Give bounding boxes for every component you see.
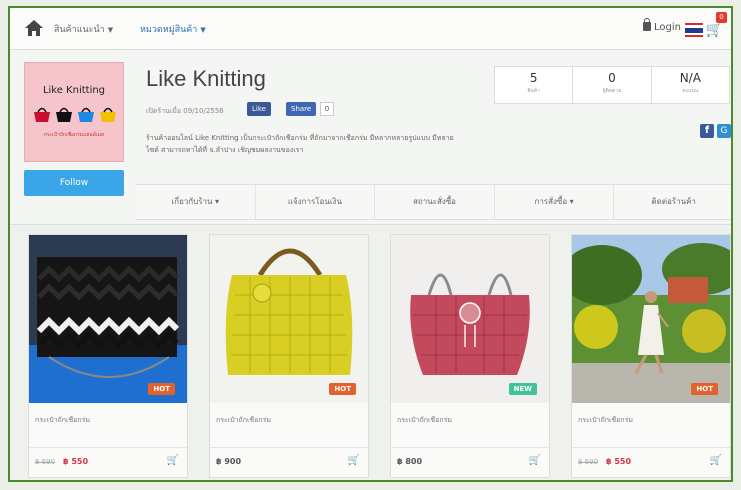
- cart-icon[interactable]: 🛒: [706, 22, 723, 38]
- product-image[interactable]: [29, 235, 187, 403]
- stat-label: คะแนน: [682, 88, 699, 94]
- product-card[interactable]: NEW กระเป๋าถักเชือกร่ม ฿ 800 🛒: [390, 234, 550, 478]
- stat-label: ผู้ติดตาม: [602, 88, 622, 94]
- new-badge: NEW: [508, 383, 537, 395]
- stat-products: 5 สินค้า: [495, 67, 574, 103]
- logo-subtitle: กระเป๋าถักเชือกร่มแฮนด์เมด: [43, 132, 105, 138]
- add-to-cart-icon[interactable]: 🛒: [710, 455, 722, 466]
- product-card[interactable]: HOT กระเป๋าถักเชือกร่ม ฿ 690 ฿ 550 🛒: [28, 234, 188, 478]
- nav-product-categories[interactable]: หมวดหมู่สินค้า ▼: [140, 22, 206, 36]
- product-name[interactable]: กระเป๋าถักเชือกร่ม: [397, 415, 452, 426]
- product-old-price: ฿ 690: [578, 458, 599, 466]
- cart-count-badge: 0: [716, 12, 727, 23]
- stat-rating: N/A คะแนน: [652, 67, 729, 103]
- shop-since-date: เปิดร้านเมื่อ 09/10/2556: [146, 107, 224, 115]
- card-divider: [29, 447, 187, 448]
- product-image[interactable]: [210, 235, 368, 403]
- add-to-cart-icon[interactable]: 🛒: [348, 455, 360, 466]
- product-price: ฿ 550: [606, 457, 632, 466]
- product-price: ฿ 900: [216, 457, 242, 466]
- shop-name: Like Knitting: [146, 66, 266, 91]
- product-old-price: ฿ 690: [35, 458, 56, 466]
- google-plus-icon[interactable]: G: [717, 124, 731, 138]
- facebook-share-count: 0: [320, 102, 334, 116]
- tab-contact-shop[interactable]: ติดต่อร้านค้า: [614, 185, 731, 219]
- product-name[interactable]: กระเป๋าถักเชือกร่ม: [216, 415, 271, 426]
- stat-value: N/A: [679, 71, 701, 85]
- shop-description: ร้านค้าออนไลน์ Like Knitting เป็นกระเป๋า…: [146, 134, 454, 154]
- shop-logo: Like Knitting กระเป๋าถักเชือกร่มแฮนด์เมด: [24, 62, 124, 162]
- shop-stats: 5 สินค้า 0 ผู้ติดตาม N/A คะแนน: [494, 66, 730, 104]
- top-navbar: สินค้าแนะนำ ▼ หมวดหมู่สินค้า ▼ Login 🛒 0: [10, 8, 731, 50]
- tab-about-shop[interactable]: เกี่ยวกับร้าน ▾: [136, 185, 256, 219]
- hot-badge: HOT: [329, 383, 356, 395]
- shop-tabs: เกี่ยวกับร้าน ▾ แจ้งการโอนเงิน สถานะสั่ง…: [136, 184, 731, 220]
- tab-order-status[interactable]: สถานะสั่งซื้อ: [375, 185, 495, 219]
- nav-recommended-products[interactable]: สินค้าแนะนำ ▼: [54, 22, 113, 36]
- stat-value: 5: [529, 71, 538, 85]
- login-link[interactable]: Login: [643, 18, 681, 33]
- product-name[interactable]: กระเป๋าถักเชือกร่ม: [35, 415, 90, 426]
- product-card[interactable]: HOT กระเป๋าถักเชือกร่ม ฿ 900 🛒: [209, 234, 369, 478]
- handbags-icon: [34, 107, 116, 122]
- stat-followers: 0 ผู้ติดตาม: [573, 67, 652, 103]
- product-price: ฿ 550: [63, 457, 89, 466]
- follow-button[interactable]: Follow: [24, 170, 124, 196]
- nav-categories-label: หมวดหมู่สินค้า: [140, 25, 198, 35]
- stat-label: สินค้า: [527, 88, 540, 94]
- product-card[interactable]: HOT กระเป๋าถักเชือกร่ม ฿ 690 ฿ 550 🛒: [571, 234, 731, 478]
- home-icon[interactable]: [24, 18, 44, 38]
- product-price: ฿ 800: [397, 457, 423, 466]
- thai-flag-icon[interactable]: [685, 23, 703, 38]
- product-image[interactable]: [572, 235, 730, 403]
- facebook-icon[interactable]: f: [700, 124, 714, 138]
- product-image[interactable]: [391, 235, 549, 403]
- product-name[interactable]: กระเป๋าถักเชือกร่ม: [578, 415, 633, 426]
- stat-value: 0: [608, 71, 616, 85]
- lock-icon: [643, 18, 652, 31]
- card-divider: [572, 447, 730, 448]
- hot-badge: HOT: [691, 383, 718, 395]
- add-to-cart-icon[interactable]: 🛒: [529, 455, 541, 466]
- chevron-down-icon: ▼: [107, 26, 114, 34]
- card-divider: [391, 447, 549, 448]
- logo-title: Like Knitting: [42, 85, 106, 96]
- facebook-share-button[interactable]: Share: [286, 102, 317, 116]
- chevron-down-icon: ▼: [200, 26, 206, 34]
- fb-share-label: Share: [291, 105, 312, 113]
- browser-frame: สินค้าแนะนำ ▼ หมวดหมู่สินค้า ▼ Login 🛒 0 L…: [8, 6, 733, 482]
- facebook-like-button[interactable]: Like: [247, 102, 271, 116]
- login-label: Login: [654, 22, 681, 33]
- nav-recommended-label: สินค้าแนะนำ: [54, 25, 105, 35]
- fb-like-label: Like: [252, 105, 266, 113]
- tab-payment-notice[interactable]: แจ้งการโอนเงิน: [256, 185, 376, 219]
- card-divider: [210, 447, 368, 448]
- add-to-cart-icon[interactable]: 🛒: [167, 455, 179, 466]
- hot-badge: HOT: [148, 383, 175, 395]
- tab-ordering[interactable]: การสั่งซื้อ ▾: [495, 185, 615, 219]
